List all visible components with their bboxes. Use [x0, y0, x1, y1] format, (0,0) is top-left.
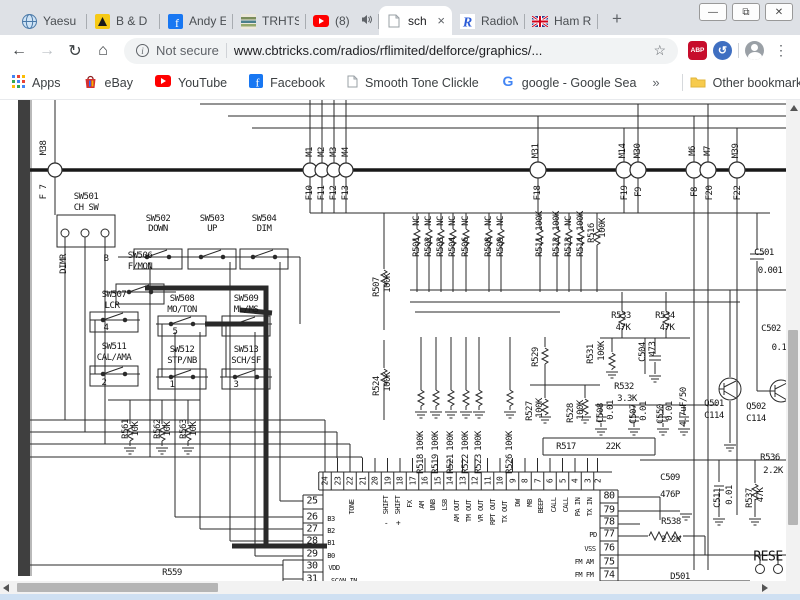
tab-title: Yaesu [43, 14, 77, 28]
window-bottom-edge [0, 594, 800, 600]
browser-menu-icon[interactable]: ⋮ [770, 39, 792, 63]
youtube-icon [155, 75, 171, 90]
close-tab-icon[interactable]: × [437, 14, 445, 27]
speaker-icon [361, 14, 372, 28]
uk-flag-icon [532, 13, 548, 29]
restore-button[interactable]: ⧉ [732, 3, 760, 21]
tab-radiom[interactable]: R RadioM [452, 7, 525, 35]
tab-strip: Yaesu B & D f Andy E TRHTS (8) sch × R R… [0, 0, 800, 35]
tab-ham-r[interactable]: Ham R [525, 7, 598, 35]
profile-avatar[interactable] [745, 41, 764, 60]
tab-title: (8) [335, 14, 350, 28]
google-g-icon: G [501, 73, 515, 91]
new-tab-button[interactable]: + [604, 6, 630, 32]
url-text: www.cbtricks.com/radios/rflimited/delfor… [233, 43, 543, 58]
tab-youtube[interactable]: (8) [306, 7, 379, 35]
bookmark-label: Facebook [270, 75, 326, 90]
schematic-image: M38 F 7 SW501 CH SW DIMR B SW502 DOWN SW503 UP SW5… [0, 100, 800, 600]
yellow-pages-favicon-icon [94, 13, 110, 29]
bookmark-google[interactable]: G google - Google Sea [501, 73, 637, 91]
tab-title: RadioM [481, 14, 518, 28]
home-button[interactable]: ⌂ [92, 39, 114, 63]
adblock-extension-icon[interactable]: ABP [688, 41, 707, 60]
forward-button[interactable]: → [36, 39, 58, 63]
scroll-right-icon[interactable] [762, 584, 768, 592]
bookmark-label: Smooth Tone Clickle [365, 75, 479, 90]
bookmark-label: YouTube [178, 75, 228, 90]
back-button[interactable]: ← [8, 39, 30, 63]
stripes-favicon-icon [240, 13, 256, 29]
document-favicon-icon [386, 13, 402, 29]
toolbar: ← → ↻ ⌂ i Not secure www.cbtricks.com/ra… [0, 35, 800, 66]
scroll-left-icon[interactable] [3, 584, 9, 592]
bookmarks-overflow-chevron[interactable]: » [652, 75, 659, 90]
bookmark-label: Apps [32, 75, 61, 90]
bookmarks-bar: Apps eBay YouTube f Facebook Smooth Tone… [0, 66, 800, 100]
vertical-scroll-thumb[interactable] [788, 330, 798, 525]
horizontal-scroll-thumb[interactable] [17, 583, 218, 592]
apps-grid-icon [12, 74, 25, 91]
minimize-button[interactable]: — [699, 3, 727, 21]
reload-button[interactable]: ↻ [64, 39, 86, 63]
scroll-up-icon[interactable] [790, 105, 798, 111]
facebook-favicon-icon: f [167, 13, 183, 29]
bookmark-facebook[interactable]: f Facebook [249, 74, 325, 91]
folder-icon [690, 75, 706, 91]
tab-title: sch [408, 13, 427, 28]
bookmark-star-icon[interactable]: ☆ [653, 42, 666, 59]
tab-title: Andy E [189, 14, 226, 28]
divider [681, 74, 683, 91]
tab-b-and-d[interactable]: B & D [87, 7, 160, 35]
bookmark-label: google - Google Sea [521, 75, 637, 90]
info-icon[interactable]: i [136, 44, 149, 57]
globe-favicon-icon [21, 13, 37, 29]
scrollbar-corner [786, 581, 800, 594]
svg-text:f: f [256, 76, 260, 89]
blue-extension-icon[interactable]: ↺ [713, 41, 732, 60]
tab-title: TRHTS [262, 14, 299, 28]
facebook-icon: f [249, 74, 264, 91]
tab-andy[interactable]: f Andy E [160, 7, 233, 35]
youtube-favicon-icon [313, 13, 329, 29]
bookmark-smooth-tone[interactable]: Smooth Tone Clickle [347, 75, 479, 91]
bookmark-label: eBay [104, 75, 134, 90]
divider [738, 43, 739, 58]
bookmark-youtube[interactable]: YouTube [155, 75, 227, 90]
vertical-scrollbar[interactable] [786, 100, 800, 594]
window-controls: — ⧉ ✕ [699, 3, 793, 21]
bookmark-ebay[interactable]: eBay [83, 74, 134, 92]
shopping-bag-icon [83, 74, 98, 92]
security-label: Not secure [156, 43, 219, 58]
svg-text:G: G [502, 74, 513, 88]
horizontal-scrollbar[interactable] [0, 581, 786, 594]
close-button[interactable]: ✕ [765, 3, 793, 21]
r-favicon-icon: R [459, 13, 475, 29]
svg-text:f: f [175, 16, 179, 29]
page-icon [347, 75, 358, 91]
bookmark-label: Other bookmarks [712, 75, 800, 90]
address-bar[interactable]: i Not secure www.cbtricks.com/radios/rfl… [124, 37, 678, 64]
schematic-drawing [18, 100, 786, 600]
tab-sch-active[interactable]: sch × [379, 6, 452, 35]
tab-yaesu[interactable]: Yaesu [14, 7, 87, 35]
tab-trhts[interactable]: TRHTS [233, 7, 306, 35]
divider [225, 43, 227, 58]
other-bookmarks[interactable]: Other bookmarks [681, 74, 800, 91]
tab-title: Ham R [554, 14, 591, 28]
bookmark-apps[interactable]: Apps [12, 74, 61, 91]
svg-text:R: R [461, 15, 471, 29]
tab-title: B & D [116, 14, 148, 28]
